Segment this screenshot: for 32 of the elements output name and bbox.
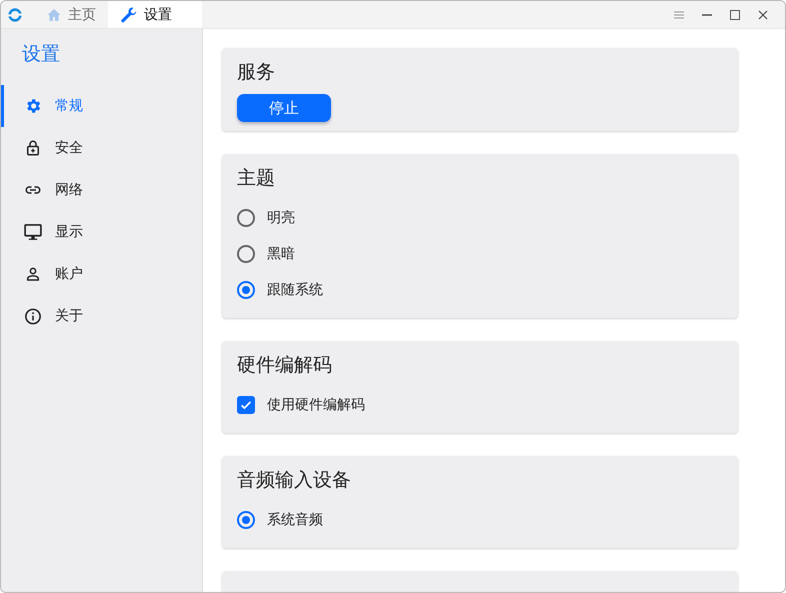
radio-option[interactable]: 黑暗 [237, 236, 723, 272]
sidebar-item[interactable]: 关于 [1, 295, 202, 337]
radio-option[interactable]: 明亮 [237, 200, 723, 236]
tab[interactable]: 主页 [34, 1, 108, 28]
radio-option[interactable]: 系统音频 [237, 502, 723, 538]
sidebar-item[interactable]: 常规 [1, 85, 202, 127]
sidebar-item[interactable]: 网络 [1, 169, 202, 211]
stop-button[interactable]: 停止 [237, 94, 331, 122]
radio-option[interactable]: 跟随系统 [237, 272, 723, 308]
section-title: 服务 [237, 60, 276, 85]
radio-button[interactable] [237, 245, 255, 263]
info-icon [23, 306, 43, 326]
radio-button[interactable] [237, 209, 255, 227]
app-logo-icon [6, 6, 24, 24]
section-title: 音频输入设备 [237, 468, 352, 493]
sidebar-item[interactable]: 显示 [1, 211, 202, 253]
home-icon [46, 6, 62, 22]
tab[interactable]: 设置 [108, 1, 202, 28]
wrench-icon [120, 6, 138, 24]
radio-button[interactable] [237, 511, 255, 529]
radio-button[interactable] [237, 281, 255, 299]
sidebar-item[interactable]: 安全 [1, 127, 202, 169]
section-title: 主题 [237, 166, 276, 191]
sidebar-item[interactable]: 账户 [1, 253, 202, 295]
close-icon[interactable] [757, 8, 769, 20]
section-title: 硬件编解码 [237, 353, 333, 378]
monitor-icon [23, 222, 43, 242]
maximize-icon[interactable] [729, 8, 741, 20]
sidebar-title: 设置 [21, 42, 61, 67]
checkbox-option[interactable]: 使用硬件编解码 [237, 387, 723, 423]
menu-icon[interactable] [673, 8, 685, 20]
checkbox[interactable] [237, 396, 255, 414]
